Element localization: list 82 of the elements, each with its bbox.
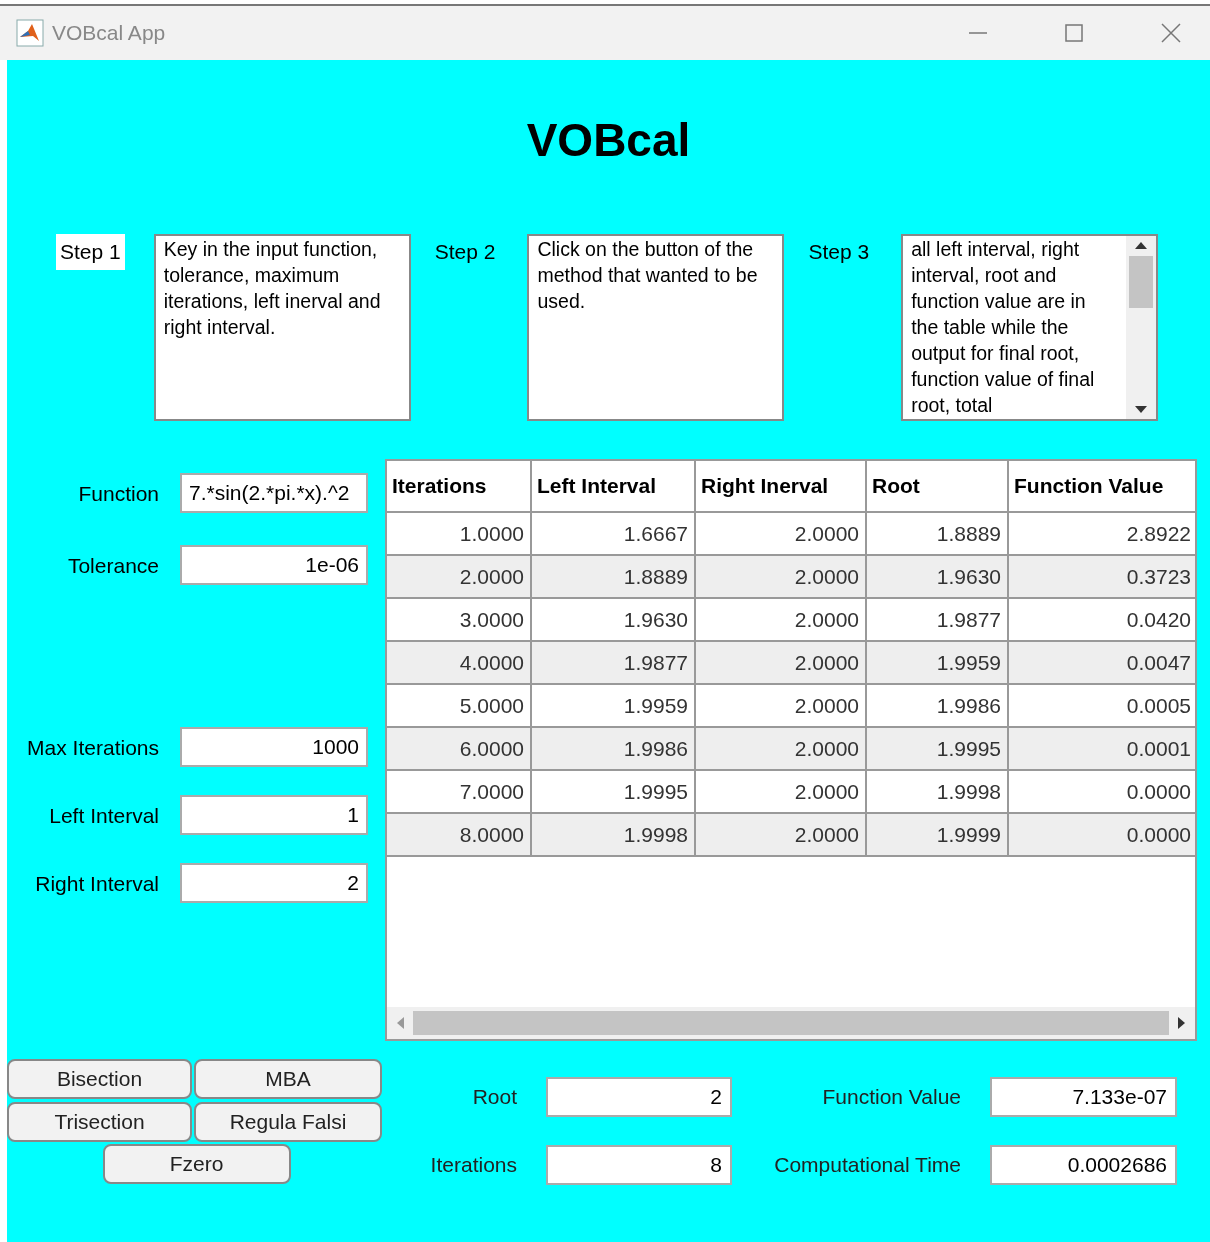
table-cell: 1.8889 <box>532 556 696 599</box>
app-logo-icon <box>16 19 44 47</box>
scroll-thumb[interactable] <box>1129 256 1154 308</box>
table-cell: 2.0000 <box>387 556 532 599</box>
table-cell: 1.9959 <box>867 642 1009 685</box>
step-label: Step 3 <box>807 239 871 265</box>
instruction-text: all left interval, right interval, root and function value are in the table while the output for final root, function value of final root, total <box>910 237 1096 418</box>
horizontal-scrollbar[interactable] <box>387 1007 1195 1039</box>
output-field: 0.0002686 <box>990 1145 1177 1185</box>
output-field: 8 <box>546 1145 732 1185</box>
table-cell: 1.9877 <box>867 599 1009 642</box>
input-field[interactable]: 1e-06 <box>180 545 368 585</box>
up-arrow-icon[interactable] <box>1134 240 1149 250</box>
table-cell: 0.0000 <box>1009 814 1195 857</box>
output-label: Function Value <box>821 1084 961 1110</box>
method-button[interactable]: Fzero <box>102 1144 291 1185</box>
table-cell: 1.9986 <box>867 685 1009 728</box>
maximize-icon[interactable] <box>1064 23 1084 43</box>
table-cell: 2.0000 <box>696 642 867 685</box>
table-cell: 1.9998 <box>867 771 1009 814</box>
method-button[interactable]: Trisection <box>7 1101 192 1142</box>
table-cell: 1.9995 <box>532 771 696 814</box>
method-button[interactable]: Regula Falsi <box>194 1101 382 1142</box>
input-field[interactable]: 1000 <box>180 727 368 767</box>
field-label: Tolerance <box>66 553 160 579</box>
instruction-text: Key in the input function, tolerance, maximum iterations, left inerval and right interval. <box>162 237 382 340</box>
column-header[interactable]: Right Inerval <box>696 461 867 513</box>
step-label: Step 1 <box>56 234 125 270</box>
table-cell: 1.9877 <box>532 642 696 685</box>
left-arrow-icon[interactable] <box>395 1016 405 1030</box>
table-cell: 4.0000 <box>387 642 532 685</box>
method-button[interactable]: Bisection <box>7 1059 192 1099</box>
table-cell: 1.9995 <box>867 728 1009 771</box>
table-cell: 7.0000 <box>387 771 532 814</box>
table-cell: 0.3723 <box>1009 556 1195 599</box>
table-cell: 1.9630 <box>532 599 696 642</box>
table-cell: 2.0000 <box>696 814 867 857</box>
vertical-scrollbar[interactable] <box>1126 236 1157 419</box>
column-header[interactable]: Root <box>867 461 1009 513</box>
table-cell: 1.6667 <box>532 513 696 556</box>
table-cell: 2.0000 <box>696 556 867 599</box>
table-cell: 6.0000 <box>387 728 532 771</box>
table-cell: 1.0000 <box>387 513 532 556</box>
down-arrow-icon[interactable] <box>1134 405 1149 415</box>
column-header[interactable]: Iterations <box>387 461 532 513</box>
input-field[interactable]: 7.*sin(2.*pi.*x).^2 <box>180 473 368 513</box>
field-label: Max Iterations <box>26 735 160 761</box>
table-cell: 2.0000 <box>696 728 867 771</box>
table-cell: 1.9959 <box>532 685 696 728</box>
method-button[interactable]: MBA <box>194 1059 382 1099</box>
instruction-text: Click on the button of the method that wanted to be used. <box>536 237 759 314</box>
right-arrow-icon[interactable] <box>1177 1016 1187 1030</box>
field-label: Function <box>77 481 160 507</box>
output-label: Iterations <box>429 1152 517 1178</box>
column-header[interactable]: Left Interval <box>532 461 696 513</box>
output-label: Root <box>471 1084 517 1110</box>
table-cell: 3.0000 <box>387 599 532 642</box>
table-cell: 5.0000 <box>387 685 532 728</box>
input-field[interactable]: 1 <box>180 795 368 835</box>
output-field: 7.133e-07 <box>990 1077 1177 1117</box>
table-cell: 1.8889 <box>867 513 1009 556</box>
table-cell: 0.0001 <box>1009 728 1195 771</box>
field-label: Left Interval <box>48 803 160 829</box>
table-cell: 2.0000 <box>696 771 867 814</box>
output-label: Computational Time <box>773 1152 961 1178</box>
table-cell: 2.0000 <box>696 599 867 642</box>
close-icon[interactable] <box>1160 22 1182 44</box>
table-cell: 2.0000 <box>696 685 867 728</box>
table-cell: 1.9630 <box>867 556 1009 599</box>
table-cell: 0.0047 <box>1009 642 1195 685</box>
scroll-thumb[interactable] <box>413 1011 1169 1035</box>
window-title: VOBcal App <box>52 21 167 45</box>
field-label: Right Interval <box>34 871 160 897</box>
table-cell: 2.0000 <box>696 513 867 556</box>
step-label: Step 2 <box>433 239 497 265</box>
output-field: 2 <box>546 1077 732 1117</box>
app-heading: VOBcal <box>526 113 691 168</box>
table-cell: 1.9999 <box>867 814 1009 857</box>
table-cell: 1.9998 <box>532 814 696 857</box>
input-field[interactable]: 2 <box>180 863 368 903</box>
table-cell: 8.0000 <box>387 814 532 857</box>
table-cell: 1.9986 <box>532 728 696 771</box>
